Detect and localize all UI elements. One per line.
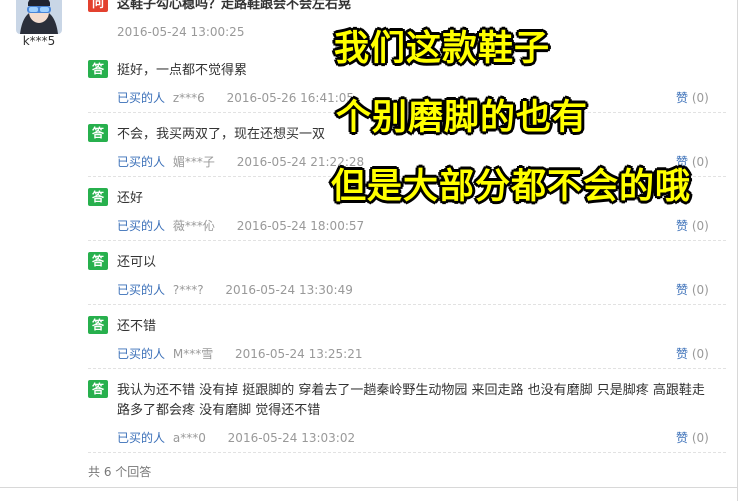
answer-meta: 已买的人 z***6 2016-05-26 16:41:05 — [117, 89, 354, 106]
like-label[interactable]: 赞 — [676, 219, 688, 233]
like-label[interactable]: 赞 — [676, 283, 688, 297]
answer-badge: 答 — [88, 252, 108, 270]
answer-badge: 答 — [88, 380, 108, 398]
asker-username[interactable]: k***5 — [14, 34, 64, 48]
overlay-caption-line-1: 我们这款鞋子 — [334, 29, 551, 69]
answer-date: 2016-05-24 18:00:57 — [236, 219, 365, 233]
buyer-link[interactable]: 已买的人 — [117, 431, 165, 445]
divider — [88, 304, 726, 306]
like-label[interactable]: 赞 — [676, 91, 688, 105]
overlay-caption-line-3: 但是大部分都不会的哦 — [331, 167, 692, 207]
buyer-link[interactable]: 已买的人 — [117, 219, 165, 233]
like-button[interactable]: 赞 (0) — [676, 217, 709, 234]
like-count: (0) — [691, 347, 709, 361]
divider — [88, 368, 726, 370]
like-count: (0) — [691, 91, 709, 105]
answer-meta: 已买的人 薇***伈 2016-05-24 18:00:57 — [117, 217, 364, 234]
like-count: (0) — [691, 283, 709, 297]
answer-text: 还不错 — [117, 319, 157, 334]
divider — [88, 240, 726, 242]
answer-user: M***雪 — [172, 347, 214, 361]
buyer-link[interactable]: 已买的人 — [117, 283, 165, 297]
answer-meta: 已买的人 媚***子 2016-05-24 21:22:28 — [117, 153, 364, 170]
answer-date: 2016-05-24 13:30:49 — [225, 283, 353, 297]
answer-badge: 答 — [88, 316, 108, 334]
answer-user: z***6 — [172, 91, 205, 105]
answer-text: 还可以 — [117, 255, 157, 270]
answer-user: 薇***伈 — [172, 219, 215, 233]
answer-meta: 已买的人 ?***? 2016-05-24 13:30:49 — [117, 281, 353, 298]
answer-badge: 答 — [88, 60, 108, 78]
answer-user: a***0 — [172, 431, 206, 445]
answer-badge: 答 — [88, 124, 108, 142]
like-button[interactable]: 赞 (0) — [676, 429, 709, 446]
like-count: (0) — [691, 431, 709, 445]
answer-badge: 答 — [88, 188, 108, 206]
answer-total: 共 6 个回答 — [88, 465, 152, 479]
question-badge: 问 — [88, 0, 108, 12]
overlay-caption-line-2: 个别磨脚的也有 — [336, 98, 589, 138]
answer-date: 2016-05-26 16:41:05 — [226, 91, 355, 105]
avatar[interactable] — [16, 0, 62, 34]
like-count: (0) — [691, 155, 709, 169]
like-count: (0) — [691, 219, 709, 233]
answer-date: 2016-05-24 13:03:02 — [227, 431, 356, 445]
question-date: 2016-05-24 13:00:25 — [117, 25, 245, 39]
buyer-link[interactable]: 已买的人 — [117, 155, 165, 169]
like-label[interactable]: 赞 — [676, 347, 688, 361]
answer-text: 我认为还不错 没有掉 挺跟脚的 穿着去了一趟秦岭野生动物园 来回走路 也没有磨脚… — [117, 383, 705, 418]
answer-user: ?***? — [172, 283, 204, 297]
divider — [88, 452, 726, 454]
like-button[interactable]: 赞 (0) — [676, 345, 709, 362]
answer-meta: 已买的人 M***雪 2016-05-24 13:25:21 — [117, 345, 362, 362]
answer-user: 媚***子 — [172, 155, 215, 169]
question-text: 这鞋子勾心稳吗？走路鞋跟会不会左右晃 — [117, 0, 352, 12]
frame-border-right — [737, 0, 738, 501]
like-button[interactable]: 赞 (0) — [676, 281, 709, 298]
answer-meta: 已买的人 a***0 2016-05-24 13:03:02 — [117, 429, 355, 446]
like-button[interactable]: 赞 (0) — [676, 89, 709, 106]
buyer-link[interactable]: 已买的人 — [117, 91, 165, 105]
frame-border-bottom — [0, 487, 738, 488]
buyer-link[interactable]: 已买的人 — [117, 347, 165, 361]
like-label[interactable]: 赞 — [676, 431, 688, 445]
answer-date: 2016-05-24 13:25:21 — [235, 347, 363, 361]
